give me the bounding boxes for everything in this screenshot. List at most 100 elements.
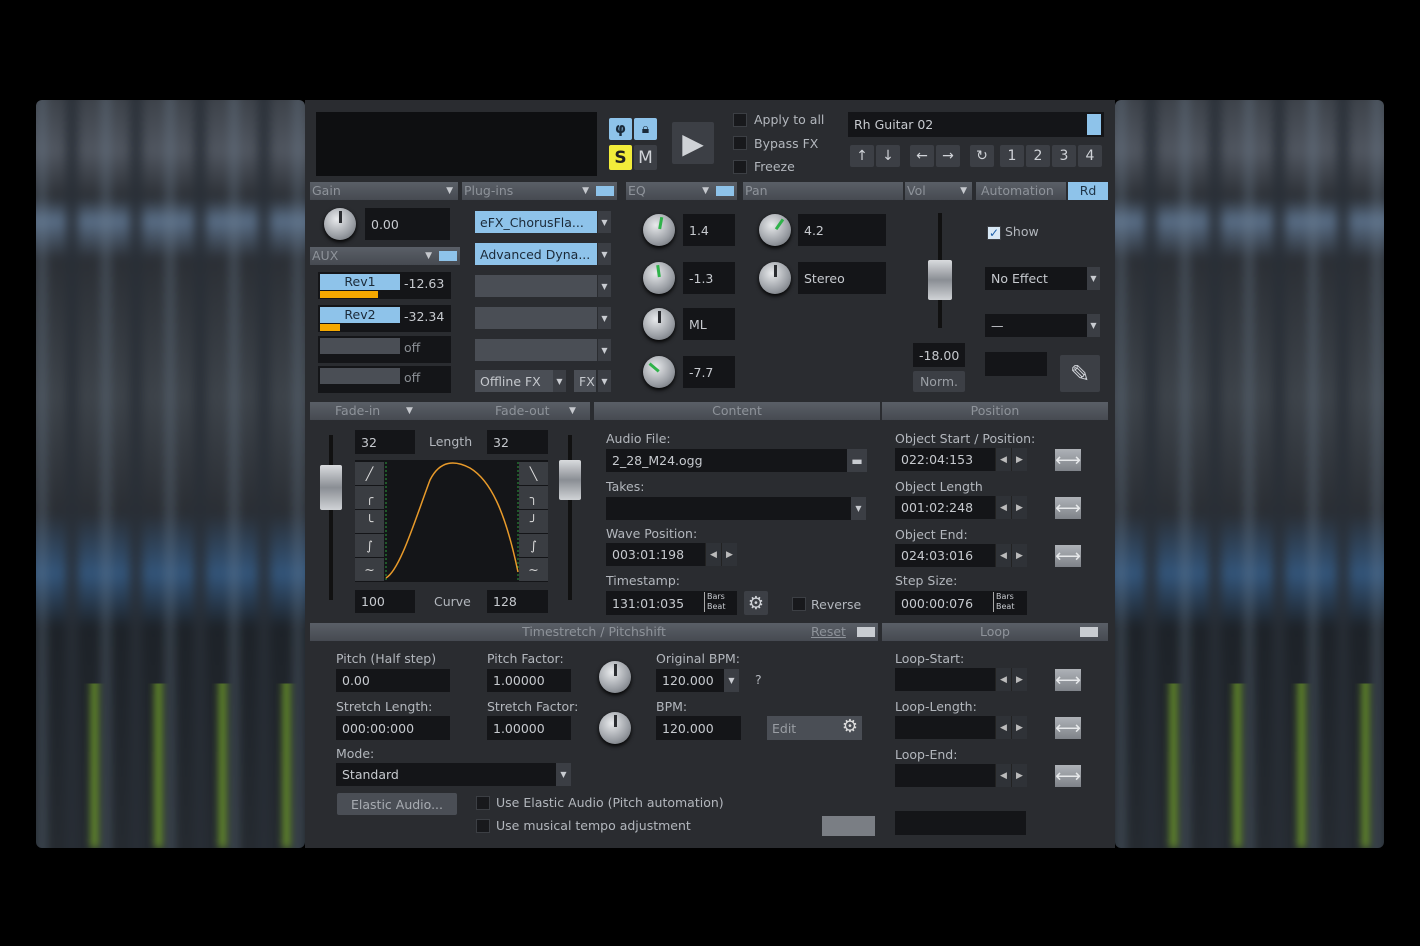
step-size-field[interactable]: 000:00:076 Bars Beat: [895, 591, 1027, 615]
move-down-button[interactable]: ↓: [876, 145, 900, 167]
plugin-slot-5[interactable]: [475, 339, 597, 361]
fade-out-shape-2[interactable]: ╮: [519, 486, 548, 509]
fade-out-curve[interactable]: 128: [487, 590, 548, 613]
automation-effect-dropdown[interactable]: No Effect: [985, 267, 1087, 290]
use-musical-tempo-checkbox[interactable]: [476, 819, 490, 833]
position-end-stepper[interactable]: ◀ ▶: [995, 544, 1027, 567]
move-up-button[interactable]: ↑: [850, 145, 874, 167]
loop-end-drag-handle[interactable]: ⟷: [1037, 764, 1099, 788]
fade-out-slider-thumb[interactable]: [559, 460, 581, 500]
position-start-field[interactable]: 022:04:153: [895, 448, 995, 471]
use-elastic-audio-checkbox[interactable]: [476, 796, 490, 810]
volume-value[interactable]: -18.00: [913, 343, 965, 367]
eq-knob-2[interactable]: [643, 262, 675, 294]
preset-3-button[interactable]: 3: [1052, 145, 1076, 167]
pan-value[interactable]: 4.2: [798, 214, 886, 246]
aux-send-4[interactable]: off: [318, 366, 451, 393]
loop-start-drag-handle[interactable]: ⟷: [1037, 668, 1099, 692]
eq-knob-4[interactable]: [643, 356, 675, 388]
plugin-slot-3[interactable]: [475, 275, 597, 297]
position-length-field[interactable]: 001:02:248: [895, 496, 995, 519]
position-length-stepper[interactable]: ◀ ▶: [995, 496, 1027, 519]
track-name-field[interactable]: Rh Guitar 02: [848, 112, 1104, 137]
timestretch-toggle[interactable]: [857, 627, 875, 637]
position-start-stepper[interactable]: ◀ ▶: [995, 448, 1027, 471]
timestamp-settings-button[interactable]: ⚙: [744, 591, 768, 615]
automation-value[interactable]: [985, 352, 1047, 376]
preset-4-button[interactable]: 4: [1078, 145, 1102, 167]
bypass-fx-checkbox[interactable]: [733, 136, 747, 150]
preset-2-button[interactable]: 2: [1026, 145, 1050, 167]
pan-knob[interactable]: [759, 214, 791, 246]
fade-out-shape-3[interactable]: ╯: [519, 510, 548, 533]
fade-out-shape-4[interactable]: ∫: [519, 534, 548, 557]
solo-button[interactable]: S: [609, 145, 632, 170]
normalize-button[interactable]: Norm.: [913, 371, 965, 392]
automation-param-dropdown[interactable]: —: [985, 314, 1087, 337]
aux-send-label[interactable]: Rev1: [320, 274, 400, 290]
eq-value-2[interactable]: -1.3: [683, 262, 735, 294]
takes-dropdown[interactable]: [606, 497, 851, 520]
eq-knob-1[interactable]: [643, 214, 675, 246]
loop-end-field[interactable]: [895, 764, 995, 787]
pitch-factor-field[interactable]: 1.00000: [487, 669, 571, 692]
show-checkbox[interactable]: ✓: [987, 226, 1001, 240]
fade-in-shape-3[interactable]: ╰: [355, 510, 384, 533]
vol-header[interactable]: Vol ▼: [905, 182, 972, 200]
track-color-swatch[interactable]: [1087, 114, 1101, 135]
timestamp-field[interactable]: 131:01:035 Bars Beat: [606, 591, 737, 615]
pitch-field[interactable]: 0.00: [336, 669, 450, 692]
position-length-drag-handle[interactable]: ⟷: [1037, 496, 1099, 520]
audio-file-field[interactable]: 2_28_M24.ogg: [606, 449, 866, 472]
fade-in-slider-thumb[interactable]: [320, 465, 342, 510]
position-end-field[interactable]: 024:03:016: [895, 544, 995, 567]
folder-icon[interactable]: ▬: [847, 449, 867, 472]
aux-header[interactable]: AUX ▼: [310, 247, 460, 265]
mode-dropdown[interactable]: Standard: [336, 763, 556, 786]
reset-button[interactable]: Reset: [811, 623, 846, 641]
aux-send-label[interactable]: [320, 368, 400, 384]
stretch-length-field[interactable]: 000:00:000: [336, 716, 450, 740]
aux-send-1[interactable]: Rev1 -12.63: [318, 272, 451, 299]
move-right-button[interactable]: →: [936, 145, 960, 167]
fade-in-shape-2[interactable]: ╭: [355, 486, 384, 509]
plugin-slot-4[interactable]: [475, 307, 597, 329]
volume-slider-thumb[interactable]: [928, 260, 952, 300]
loop-extra-field[interactable]: [895, 811, 1026, 835]
loop-length-drag-handle[interactable]: ⟷: [1037, 716, 1099, 740]
original-bpm-field[interactable]: 120.000: [656, 669, 724, 692]
stereo-mode[interactable]: Stereo: [798, 262, 886, 294]
fade-header[interactable]: Fade-in ▼ Fade-out ▼: [310, 402, 590, 420]
reverse-checkbox[interactable]: [792, 597, 806, 611]
wave-position-stepper[interactable]: ◀ ▶: [705, 543, 737, 566]
fade-out-length[interactable]: 32: [487, 430, 548, 454]
loop-end-stepper[interactable]: ◀ ▶: [995, 764, 1027, 787]
aux-send-3[interactable]: off: [318, 336, 451, 363]
undo-button[interactable]: ↻: [970, 145, 994, 167]
fade-out-shape-1[interactable]: ╲: [519, 462, 548, 485]
aux-send-2[interactable]: Rev2 -32.34: [318, 305, 451, 332]
eq-header[interactable]: EQ ▼: [626, 182, 737, 200]
pitch-knob[interactable]: [599, 661, 631, 693]
apply-button[interactable]: [822, 816, 875, 836]
fade-in-curve[interactable]: 100: [355, 590, 415, 613]
aux-send-label[interactable]: [320, 338, 400, 354]
elastic-audio-button[interactable]: Elastic Audio...: [337, 793, 457, 815]
loop-length-stepper[interactable]: ◀ ▶: [995, 716, 1027, 739]
loop-length-field[interactable]: [895, 716, 995, 739]
loop-start-field[interactable]: [895, 668, 995, 691]
eq-knob-3[interactable]: [643, 308, 675, 340]
loop-toggle[interactable]: [1080, 627, 1098, 637]
position-start-drag-handle[interactable]: ⟷: [1037, 448, 1099, 472]
preset-1-button[interactable]: 1: [1000, 145, 1024, 167]
fx-dropdown[interactable]: FX: [574, 370, 596, 392]
stereo-width-knob[interactable]: [759, 262, 791, 294]
bpm-field[interactable]: 120.000: [656, 716, 741, 740]
help-icon[interactable]: ?: [755, 672, 762, 687]
fade-in-shape-5[interactable]: ∼: [355, 558, 384, 581]
gain-header[interactable]: Gain ▼: [310, 182, 458, 200]
stretch-knob[interactable]: [599, 712, 631, 744]
lock-button[interactable]: 🔒︎: [634, 118, 657, 140]
play-button[interactable]: ▶: [672, 122, 714, 164]
fade-in-shape-4[interactable]: ∫: [355, 534, 384, 557]
